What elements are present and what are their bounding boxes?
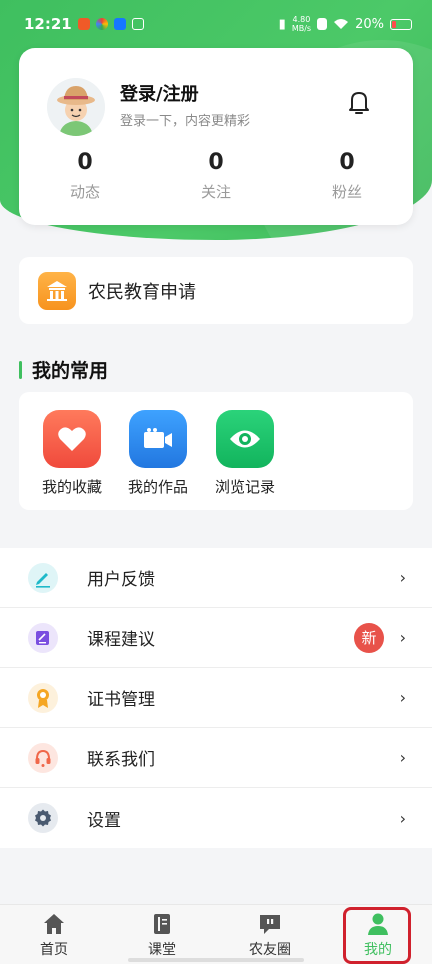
- farmer-education-application[interactable]: 农民教育申请: [19, 257, 413, 324]
- headset-icon: [28, 742, 58, 773]
- education-label: 农民教育申请: [88, 281, 196, 303]
- tab-highlight-box: [343, 907, 411, 964]
- chevron-right-icon: ›: [399, 808, 406, 828]
- home-indicator: [128, 958, 304, 962]
- video-camera-icon: [129, 410, 187, 468]
- browse-history-button[interactable]: 浏览记录: [205, 410, 285, 497]
- menu-item-settings[interactable]: 设置 ›: [0, 788, 432, 848]
- note-edit-icon: [28, 622, 58, 653]
- common-functions-card: 我的收藏 我的作品 浏览记录: [19, 392, 413, 510]
- app-notification-icon: [131, 18, 144, 30]
- menu-item-course-suggestion[interactable]: 课程建议 新 ›: [0, 608, 432, 668]
- profile-card: 登录/注册 登录一下，内容更精彩 0 动态 0 关注 0 粉丝: [19, 48, 413, 225]
- battery-icon: [390, 18, 412, 30]
- chevron-right-icon: ›: [399, 568, 406, 587]
- alipay-icon: [113, 18, 126, 30]
- wifi-icon: [334, 19, 349, 29]
- new-badge: 新: [354, 622, 384, 653]
- home-icon: [44, 914, 64, 934]
- menu-item-feedback[interactable]: 用户反馈 ›: [0, 548, 432, 608]
- book-icon: [154, 914, 170, 934]
- login-subtitle: 登录一下，内容更精彩: [120, 114, 251, 129]
- chevron-right-icon: ›: [399, 628, 406, 647]
- net-speed: 4.80 MB/s: [291, 15, 312, 33]
- eye-icon: [216, 410, 274, 468]
- app-notification-icon: [95, 18, 108, 30]
- chat-quote-icon: [260, 915, 280, 934]
- app-notification-icon: [77, 18, 90, 30]
- chevron-right-icon: ›: [399, 748, 406, 767]
- menu-item-contact-us[interactable]: 联系我们 ›: [0, 728, 432, 788]
- stat-posts[interactable]: 0 动态: [45, 150, 125, 202]
- avatar[interactable]: [47, 78, 105, 136]
- section-heading-common: 我的常用: [19, 356, 108, 383]
- vibrate-icon: ▮: [278, 16, 286, 32]
- school-building-icon: [38, 271, 76, 310]
- my-works-button[interactable]: 我的作品: [118, 410, 198, 497]
- heart-icon: [43, 410, 101, 468]
- stat-following[interactable]: 0 关注: [176, 150, 256, 202]
- pen-icon: [28, 562, 58, 593]
- battery-percent: 20%: [355, 16, 384, 32]
- status-time: 12:21: [24, 15, 72, 33]
- no-sim-icon: [317, 18, 328, 30]
- bell-icon[interactable]: [343, 86, 375, 118]
- chevron-right-icon: ›: [399, 688, 406, 707]
- my-favorites-button[interactable]: 我的收藏: [32, 410, 112, 497]
- stat-followers[interactable]: 0 粉丝: [307, 150, 387, 202]
- settings-menu: 用户反馈 › 课程建议 新 › 证书管理 › 联系我们 › 设置 ›: [0, 548, 432, 848]
- gear-icon: [28, 803, 58, 833]
- login-register-link[interactable]: 登录/注册: [120, 80, 199, 106]
- status-bar: 12:21 ▮ 4.80 MB/s 20%: [0, 0, 432, 48]
- tab-home[interactable]: 首页: [14, 911, 94, 959]
- tab-classroom[interactable]: 课堂: [122, 911, 202, 959]
- medal-icon: [28, 682, 58, 713]
- tab-farmer-circle[interactable]: 农友圈: [230, 911, 310, 959]
- menu-item-certificates[interactable]: 证书管理 ›: [0, 668, 432, 728]
